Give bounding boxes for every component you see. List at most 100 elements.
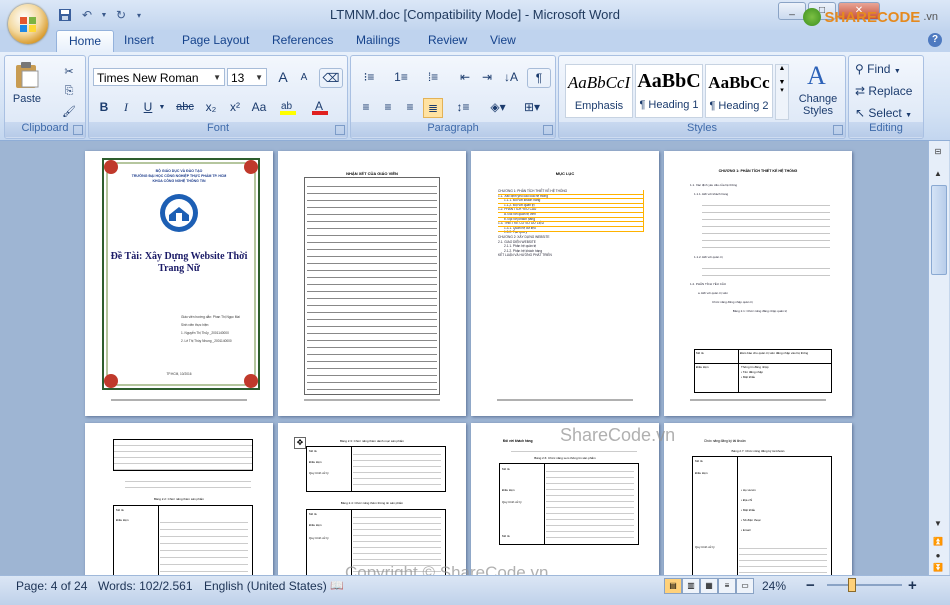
bullets-icon[interactable]: ⁝≡ <box>355 68 383 86</box>
cover-student-1: 1. Nguyễn Thị Thủy _2001140000 <box>181 331 229 335</box>
find-button[interactable]: ⚲ Find ▼ <box>855 62 901 76</box>
page-count[interactable]: Page: 4 of 24 <box>16 579 87 593</box>
cover-border <box>102 158 260 390</box>
tab-review[interactable]: Review <box>428 33 467 47</box>
document-area[interactable]: BỘ GIÁO DỤC VÀ ĐÀO TẠO TRƯỜNG ĐẠI HỌC CÔ… <box>0 141 928 575</box>
underline-button[interactable]: U <box>139 98 157 116</box>
page-chapter-1[interactable]: CHƯƠNG 1: PHÂN TÍCH THIẾT KẾ HỆ THỐNG 1.… <box>664 151 852 416</box>
increase-indent-icon[interactable]: ⇥ <box>477 68 497 86</box>
paragraph-group: ⁝≡ 1≡ ⁞≡ ⇤ ⇥ ↓A ¶ ≡ ≡ ≡ ≣ ↕≡ ◈▾ ⊞▾ Parag… <box>350 55 556 139</box>
underline-dropdown-icon[interactable]: ▼ <box>157 98 167 116</box>
change-case-button[interactable]: Aa <box>247 98 271 116</box>
p5-table-top <box>113 439 253 471</box>
print-layout-view-icon[interactable]: ▤ <box>664 578 682 594</box>
page-toc[interactable]: MỤC LỤC CHƯƠNG 1: PHÂN TÍCH THIẾT KẾ HỆ … <box>471 151 659 416</box>
chapter-subsection: a. Đối với quản trị viên <box>698 291 728 295</box>
font-size-dropdown[interactable]: 13 ▼ <box>227 68 267 86</box>
paste-button[interactable]: Paste <box>9 60 45 105</box>
align-center-icon[interactable]: ≡ <box>379 98 397 116</box>
next-page-icon[interactable]: ⏬ <box>931 561 945 575</box>
numbering-icon[interactable]: 1≡ <box>387 68 415 86</box>
table-cell: Điều kiện <box>695 471 708 475</box>
change-styles-button[interactable]: A Change Styles <box>793 60 843 117</box>
styles-scroll[interactable]: ▲ ▼ ▾ <box>775 64 789 120</box>
previous-page-icon[interactable]: ⏫ <box>931 535 945 549</box>
zoom-slider-track[interactable] <box>827 584 902 586</box>
font-color-icon[interactable]: A <box>309 98 331 116</box>
scroll-up-icon[interactable]: ▲ <box>931 167 945 181</box>
page-5[interactable]: Bảng 2.2: Chức năng thêm sản phẩm Mô tả … <box>85 423 273 575</box>
font-name-dropdown[interactable]: Times New Roman ▼ <box>93 68 225 86</box>
styles-launcher-icon[interactable] <box>833 125 843 135</box>
scroll-down-icon[interactable]: ▼ <box>931 517 945 531</box>
change-styles-icon: A <box>807 61 826 90</box>
p8-bullet: Chức năng đăng ký tài khoản <box>704 439 746 443</box>
grow-font-button[interactable]: A <box>273 68 293 86</box>
show-formatting-marks-icon[interactable]: ¶ <box>527 68 551 88</box>
shrink-font-button[interactable]: A <box>295 68 313 86</box>
replace-button[interactable]: ⇄ Replace <box>855 84 912 98</box>
borders-icon[interactable]: ⊞▾ <box>517 98 547 116</box>
font-launcher-icon[interactable] <box>335 125 345 135</box>
copy-icon[interactable]: ⎘ <box>59 82 79 100</box>
chapter-section: 1.2. PHÂN TÍCH YÊU CẦU <box>690 282 727 286</box>
clear-formatting-icon[interactable]: ⌫ <box>319 68 343 88</box>
page-6[interactable]: ✥ Bảng 2.3: Chức năng thêm danh mục sản … <box>278 423 466 575</box>
subscript-button[interactable]: x₂ <box>201 98 221 116</box>
toc-entry[interactable]: KẾT LUẬN VÀ HƯỚNG PHÁT TRIỂN <box>498 253 643 258</box>
tab-mailings[interactable]: Mailings <box>356 33 400 47</box>
language-indicator[interactable]: English (United States) <box>204 579 327 593</box>
zoom-out-button[interactable]: − <box>806 577 815 594</box>
remarks-box <box>304 177 440 395</box>
bold-button[interactable]: B <box>95 98 113 116</box>
p5-table: Mô tả Điều kiện <box>113 505 253 575</box>
italic-button[interactable]: I <box>117 98 135 116</box>
vertical-scrollbar[interactable]: ⊟ ▲ ▼ ⏫ ● ⏬ <box>928 141 949 575</box>
word-count[interactable]: Words: 102/2.561 <box>98 579 193 593</box>
page-cover[interactable]: BỘ GIÁO DỤC VÀ ĐÀO TẠO TRƯỜNG ĐẠI HỌC CÔ… <box>85 151 273 416</box>
toc-heading: MỤC LỤC <box>555 171 575 176</box>
office-button[interactable] <box>8 4 48 44</box>
decrease-indent-icon[interactable]: ⇤ <box>455 68 475 86</box>
tab-page-layout[interactable]: Page Layout <box>182 33 249 47</box>
sort-icon[interactable]: ↓A <box>501 68 521 86</box>
page-8[interactable]: Chức năng đăng ký tài khoản Bảng 2.7: Ch… <box>664 423 852 575</box>
page-remarks[interactable]: NHẬN XÉT CỦA GIÁO VIÊN <box>278 151 466 416</box>
tab-references[interactable]: References <box>272 33 333 47</box>
web-layout-view-icon[interactable]: ▦ <box>700 578 718 594</box>
line-spacing-icon[interactable]: ↕≡ <box>449 98 477 116</box>
align-left-icon[interactable]: ≡ <box>357 98 375 116</box>
justify-icon[interactable]: ≣ <box>423 98 443 118</box>
full-screen-reading-view-icon[interactable]: ▥ <box>682 578 700 594</box>
minimize-button[interactable]: _ <box>778 2 806 20</box>
format-painter-icon[interactable]: 🖌 <box>59 102 79 120</box>
draft-view-icon[interactable]: ▭ <box>736 578 754 594</box>
zoom-slider-handle[interactable] <box>848 578 856 592</box>
zoom-in-button[interactable]: + <box>908 577 917 594</box>
align-right-icon[interactable]: ≡ <box>401 98 419 116</box>
style-heading-1[interactable]: AaBbC ¶ Heading 1 <box>635 64 703 118</box>
ruler-toggle-icon[interactable]: ⊟ <box>931 145 945 159</box>
page-7[interactable]: Đối với khách hàng Bảng 2.6: Chức năng x… <box>471 423 659 575</box>
shading-icon[interactable]: ◈▾ <box>483 98 513 116</box>
zoom-level[interactable]: 24% <box>762 579 786 593</box>
office-logo-icon <box>20 17 36 32</box>
strikethrough-button[interactable]: abc <box>173 98 197 116</box>
multilevel-list-icon[interactable]: ⁞≡ <box>419 68 447 86</box>
select-button[interactable]: ↖ Select ▼ <box>855 106 912 120</box>
font-size-value: 13 <box>231 71 245 85</box>
highlight-color-icon[interactable]: ab <box>277 98 299 116</box>
tab-insert[interactable]: Insert <box>124 33 154 47</box>
outline-view-icon[interactable]: ≡ <box>718 578 736 594</box>
cut-icon[interactable]: ✂ <box>59 62 79 80</box>
help-icon[interactable]: ? <box>928 33 942 47</box>
superscript-button[interactable]: x² <box>225 98 245 116</box>
style-heading-2[interactable]: AaBbCc ¶ Heading 2 <box>705 64 773 118</box>
proofing-icon[interactable]: 📖 <box>330 579 344 592</box>
scroll-thumb[interactable] <box>931 185 947 275</box>
clipboard-launcher-icon[interactable] <box>73 125 83 135</box>
chapter-subsection: 1.1.2. Đối với quản trị <box>694 255 723 259</box>
paragraph-launcher-icon[interactable] <box>543 125 553 135</box>
tab-view[interactable]: View <box>490 33 516 47</box>
style-emphasis[interactable]: AaBbCcI Emphasis <box>565 64 633 118</box>
